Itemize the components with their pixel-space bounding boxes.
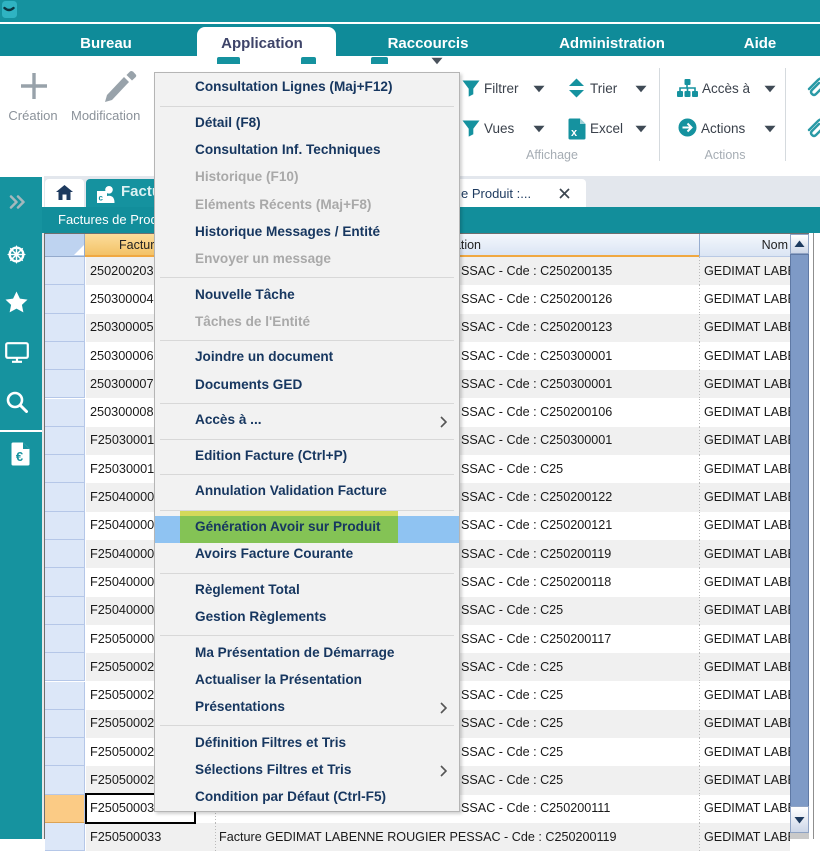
svg-text:x: x (571, 127, 578, 139)
svg-text:€: € (16, 449, 23, 464)
svg-text:c: c (99, 194, 104, 203)
